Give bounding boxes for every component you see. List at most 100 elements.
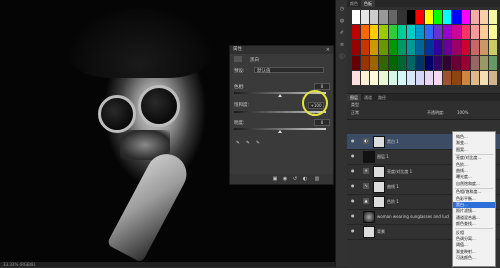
reset-icon[interactable]: ↺ xyxy=(292,176,298,182)
brush-icon[interactable]: ✐ xyxy=(339,30,345,36)
color-swatch[interactable] xyxy=(488,40,497,55)
color-swatch[interactable] xyxy=(379,25,388,40)
color-swatch[interactable] xyxy=(470,25,479,40)
history-icon[interactable]: ◷ xyxy=(339,6,345,12)
color-swatch[interactable] xyxy=(415,40,424,55)
color-swatch[interactable] xyxy=(370,55,379,70)
color-swatch[interactable] xyxy=(397,25,406,40)
color-swatch[interactable] xyxy=(488,55,497,70)
eyedropper-icon[interactable]: ✎ xyxy=(236,141,240,146)
menu-item[interactable]: 颜色查找... xyxy=(456,221,476,227)
menu-item[interactable]: 色阶... xyxy=(456,162,468,168)
color-swatch[interactable] xyxy=(406,40,415,55)
eye-icon[interactable]: ● xyxy=(351,184,355,188)
color-swatch[interactable] xyxy=(443,25,452,40)
color-swatch[interactable] xyxy=(452,25,461,40)
color-swatch[interactable] xyxy=(352,10,361,25)
opacity-value[interactable]: 100% xyxy=(457,110,468,115)
menu-item[interactable]: 亮度/对比度... xyxy=(456,155,481,161)
info-icon[interactable]: ⓘ xyxy=(339,54,345,60)
color-swatch[interactable] xyxy=(415,10,424,25)
color-swatch[interactable] xyxy=(352,55,361,70)
eye-icon[interactable]: ● xyxy=(351,229,355,233)
menu-item[interactable]: 自然饱和度... xyxy=(456,181,480,187)
layer-mask-thumb[interactable] xyxy=(373,181,385,193)
menu-item[interactable]: 色彩平衡... xyxy=(456,196,476,202)
color-swatch[interactable] xyxy=(397,40,406,55)
layer-mask-thumb[interactable] xyxy=(373,196,385,208)
color-swatch[interactable] xyxy=(352,25,361,40)
color-swatch[interactable] xyxy=(470,10,479,25)
color-swatch[interactable] xyxy=(379,55,388,70)
color-swatch[interactable] xyxy=(461,40,470,55)
tab-color[interactable]: 颜色 xyxy=(347,0,361,7)
slider3-thumb[interactable] xyxy=(278,130,282,133)
clip-icon[interactable]: ▣ xyxy=(272,176,278,182)
color-swatch[interactable] xyxy=(470,55,479,70)
tab-paths[interactable]: 路径 xyxy=(375,94,389,101)
color-swatch[interactable] xyxy=(397,10,406,25)
color-swatch[interactable] xyxy=(406,10,415,25)
menu-item[interactable]: 渐变... xyxy=(456,140,468,146)
color-swatch[interactable] xyxy=(425,10,434,25)
color-swatch[interactable] xyxy=(461,10,470,25)
color-swatch[interactable] xyxy=(388,70,397,85)
color-swatch[interactable] xyxy=(425,55,434,70)
color-swatch[interactable] xyxy=(479,55,488,70)
layer-mask-thumb[interactable] xyxy=(373,166,385,178)
color-swatch[interactable] xyxy=(452,70,461,85)
color-swatch[interactable] xyxy=(361,55,370,70)
layer-thumb[interactable] xyxy=(363,211,375,223)
menu-item[interactable]: 反相 xyxy=(456,230,464,236)
color-swatch[interactable] xyxy=(425,25,434,40)
color-swatch[interactable] xyxy=(452,55,461,70)
menu-item[interactable]: 曝光度... xyxy=(456,174,472,180)
color-swatch[interactable] xyxy=(388,40,397,55)
color-swatch[interactable] xyxy=(388,25,397,40)
view-previous-icon[interactable]: ◉ xyxy=(282,176,288,182)
color-swatch[interactable] xyxy=(406,25,415,40)
color-swatch[interactable] xyxy=(370,25,379,40)
color-swatch[interactable] xyxy=(425,40,434,55)
close-icon[interactable]: × xyxy=(326,46,330,54)
color-swatch[interactable] xyxy=(415,55,424,70)
layer-thumb[interactable] xyxy=(363,151,375,163)
color-swatch[interactable] xyxy=(443,40,452,55)
color-swatch[interactable] xyxy=(370,40,379,55)
eye-icon[interactable]: ● xyxy=(351,169,355,173)
layer-thumb[interactable] xyxy=(363,226,375,238)
color-swatch[interactable] xyxy=(361,40,370,55)
color-swatch[interactable] xyxy=(397,55,406,70)
color-swatch[interactable] xyxy=(452,40,461,55)
eye-icon[interactable]: ● xyxy=(351,139,355,143)
color-swatch[interactable] xyxy=(452,10,461,25)
color-swatch[interactable] xyxy=(434,55,443,70)
menu-item[interactable]: 可选颜色... xyxy=(456,255,476,261)
visibility-icon[interactable]: ◐ xyxy=(302,176,308,182)
color-swatch[interactable] xyxy=(425,70,434,85)
color-swatch[interactable] xyxy=(479,70,488,85)
color-swatch[interactable] xyxy=(415,70,424,85)
color-swatch[interactable] xyxy=(434,10,443,25)
tab-channels[interactable]: 通道 xyxy=(361,94,375,101)
eyedropper-plus-icon[interactable]: ✎ xyxy=(246,141,250,146)
color-swatch[interactable] xyxy=(479,25,488,40)
color-swatch[interactable] xyxy=(479,10,488,25)
eye-icon[interactable]: ● xyxy=(351,199,355,203)
slider1-thumb[interactable] xyxy=(278,94,282,97)
trash-icon[interactable]: ▥ xyxy=(314,176,320,182)
color-swatch[interactable] xyxy=(443,70,452,85)
adjustment-context-menu[interactable]: 纯色... 渐变... 图案... 亮度/对比度... 色阶... 曲线... 曝光度...… xyxy=(452,131,496,267)
color-swatch[interactable] xyxy=(397,70,406,85)
color-swatch[interactable] xyxy=(388,55,397,70)
eyedropper-minus-icon[interactable]: ✎ xyxy=(256,141,260,146)
color-swatch[interactable] xyxy=(461,55,470,70)
adjust-icon[interactable]: ≡ xyxy=(339,42,345,48)
menu-item[interactable]: 图案... xyxy=(456,147,468,153)
color-swatch[interactable] xyxy=(379,40,388,55)
color-swatch[interactable] xyxy=(406,55,415,70)
color-swatch[interactable] xyxy=(361,25,370,40)
color-swatch[interactable] xyxy=(443,10,452,25)
color-swatch[interactable] xyxy=(379,70,388,85)
color-swatch[interactable] xyxy=(415,25,424,40)
